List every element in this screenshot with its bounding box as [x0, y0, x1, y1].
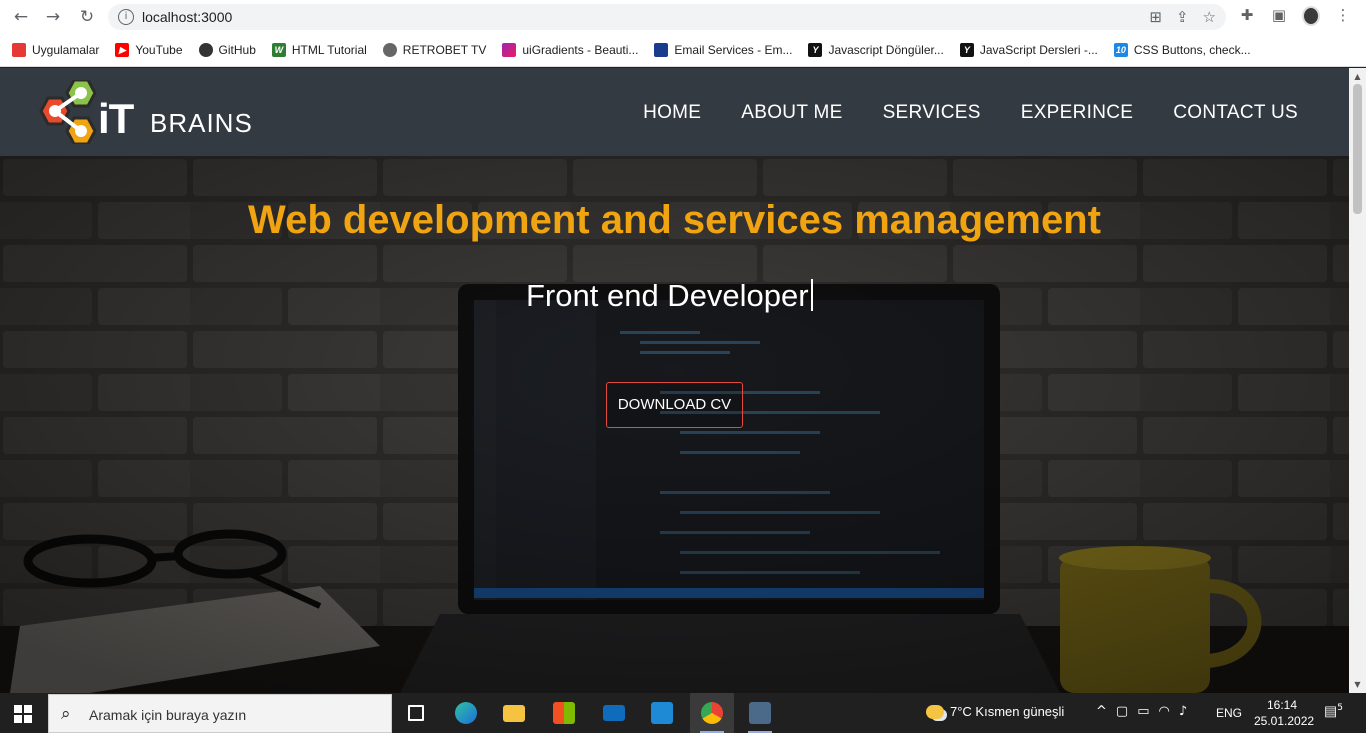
taskbar-search-box[interactable]: ⌕ Aramak için buraya yazın [48, 694, 392, 733]
translate-icon[interactable]: ⊞ [1149, 8, 1162, 26]
logo-it-text: iT [98, 95, 134, 142]
scroll-up-icon[interactable]: ▲ [1349, 68, 1366, 85]
microsoft-store-icon[interactable] [542, 693, 586, 733]
bookmark-item[interactable]: Y Javascript Döngüler... [808, 43, 944, 57]
email-service-icon [654, 43, 669, 57]
nav-home[interactable]: HOME [643, 102, 701, 124]
reload-icon[interactable]: ↻ [76, 6, 98, 28]
apps-grid-icon [12, 43, 26, 57]
meet-now-icon[interactable]: ▢ [1116, 704, 1128, 719]
nav-experience[interactable]: EXPERINCE [1021, 102, 1134, 124]
bookmark-item[interactable]: Email Services - Em... [654, 43, 792, 57]
scroll-thumb[interactable] [1353, 84, 1362, 214]
taskbar-clock[interactable]: 16:14 25.01.2022 [1254, 697, 1315, 729]
gradient-icon [502, 43, 517, 57]
volume-icon[interactable]: ♪ [1179, 704, 1187, 719]
input-language[interactable]: ENG [1216, 706, 1242, 720]
y-icon: Y [959, 43, 974, 57]
page-scrollbar[interactable]: ▲ ▼ [1349, 68, 1366, 693]
hero-typing-subtitle: Front end Developer [526, 278, 813, 314]
share-icon[interactable]: ⇪ [1176, 8, 1189, 26]
menu-kebab-icon[interactable]: ⋮ [1334, 6, 1352, 26]
w3-icon: W [271, 43, 286, 57]
notification-center-icon[interactable]: ▤5 [1324, 703, 1344, 723]
back-arrow-icon[interactable]: ← [10, 6, 32, 28]
browser-toolbar: ← → ↻ i localhost:3000 ⊞ ⇪ ☆ ✚ ▣ ⋮ [0, 0, 1366, 34]
nav-about-me[interactable]: ABOUT ME [741, 102, 842, 124]
hero-title: Web development and services management [248, 198, 1101, 242]
side-panel-icon[interactable]: ▣ [1270, 6, 1288, 26]
show-hidden-icons-chevron-icon[interactable]: ^ [1096, 704, 1107, 719]
clock-time: 16:14 [1266, 698, 1298, 712]
weather-widget[interactable]: 7°C Kısmen güneşli [926, 704, 1064, 719]
app-window-icon[interactable] [738, 693, 782, 733]
bookmark-item[interactable]: GitHub [198, 43, 256, 57]
bookmark-item[interactable]: ▶ YouTube [115, 43, 183, 57]
notification-count: 5 [1337, 703, 1343, 713]
css-icon: 10 [1113, 43, 1128, 57]
extensions-puzzle-icon[interactable]: ✚ [1238, 6, 1256, 26]
task-view-icon[interactable] [394, 693, 438, 733]
typing-cursor [810, 279, 813, 311]
bookmark-item[interactable]: Uygulamalar [12, 43, 99, 57]
weather-text: 7°C Kısmen güneşli [950, 704, 1065, 719]
profile-avatar[interactable] [1302, 6, 1320, 26]
search-placeholder: Aramak için buraya yazın [89, 707, 247, 723]
github-icon [198, 43, 213, 57]
partly-sunny-icon [926, 704, 944, 719]
url-text[interactable]: localhost:3000 [142, 9, 232, 25]
bookmark-item[interactable]: W HTML Tutorial [271, 43, 367, 57]
forward-arrow-icon[interactable]: → [42, 6, 64, 28]
battery-icon[interactable]: ▭ [1137, 704, 1149, 719]
windows-start-icon[interactable] [14, 705, 32, 723]
globe-icon [382, 43, 397, 57]
edge-icon[interactable] [444, 693, 488, 733]
clock-date: 25.01.2022 [1254, 714, 1315, 728]
bookmark-star-icon[interactable]: ☆ [1203, 8, 1216, 26]
bookmark-item[interactable]: 10 CSS Buttons, check... [1113, 43, 1251, 57]
bookmark-item[interactable]: RETROBET TV [382, 43, 486, 57]
bookmark-item[interactable]: Y JavaScript Dersleri -... [959, 43, 1098, 57]
windows-taskbar: ⌕ Aramak için buraya yazın 7°C Kısmen gü… [0, 693, 1366, 733]
mail-icon[interactable] [592, 693, 636, 733]
address-bar[interactable]: i localhost:3000 ⊞ ⇪ ☆ [108, 4, 1226, 30]
nav-contact-us[interactable]: CONTACT US [1173, 102, 1298, 124]
y-icon: Y [808, 43, 823, 57]
vscode-icon[interactable] [640, 693, 684, 733]
site-logo[interactable]: iT BRAINS [34, 78, 264, 146]
typing-text: Front end Developer [526, 278, 809, 313]
bookmarks-bar: Uygulamalar ▶ YouTube GitHub W HTML Tutori… [0, 34, 1366, 67]
logo-brains-text: BRAINS [150, 108, 253, 138]
site-info-icon[interactable]: i [118, 9, 134, 25]
main-navigation: HOME ABOUT ME SERVICES EXPERINCE CONTACT… [643, 102, 1298, 124]
page-viewport: iT BRAINS HOME ABOUT ME SERVICES EXPERIN… [0, 68, 1349, 693]
site-header: iT BRAINS HOME ABOUT ME SERVICES EXPERIN… [0, 68, 1349, 156]
download-cv-button[interactable]: DOWNLOAD CV [606, 382, 743, 428]
bookmark-item[interactable]: uiGradients - Beauti... [502, 43, 638, 57]
youtube-icon: ▶ [115, 43, 130, 57]
search-icon: ⌕ [61, 704, 71, 724]
nav-services[interactable]: SERVICES [883, 102, 981, 124]
file-explorer-icon[interactable] [492, 693, 536, 733]
hero-section: Web development and services management … [0, 156, 1349, 693]
scroll-down-icon[interactable]: ▼ [1349, 676, 1366, 693]
chrome-icon[interactable] [690, 693, 734, 733]
wifi-icon[interactable]: ◠ [1159, 704, 1170, 719]
